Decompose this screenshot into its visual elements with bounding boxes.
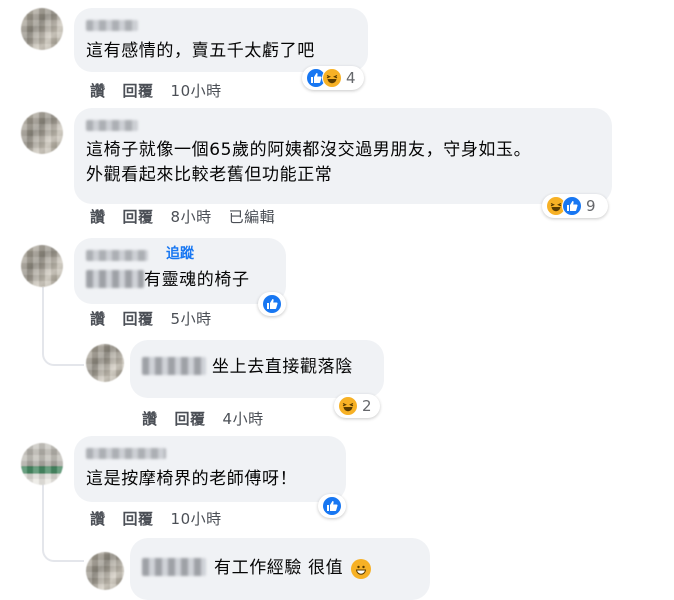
comment-text-row: 坐上去直接觀落陰 xyxy=(142,355,372,380)
comment-text: 這是按摩椅界的老師傅呀！ xyxy=(86,469,298,489)
like-button[interactable]: 讚 xyxy=(90,82,106,100)
like-button[interactable]: 讚 xyxy=(90,208,106,226)
reaction-count: 4 xyxy=(346,69,356,87)
like-icon xyxy=(322,496,342,516)
comment-text: 這有感情的，賣五千太虧了吧 xyxy=(86,41,315,61)
comment-actions: 讚回覆 4小時 xyxy=(142,408,281,429)
reply-button[interactable]: 回覆 xyxy=(175,410,206,428)
tagged-name[interactable] xyxy=(142,357,206,375)
tagged-name[interactable] xyxy=(142,558,206,576)
follow-button[interactable]: 追蹤 xyxy=(166,243,194,263)
thread-connector xyxy=(42,522,84,562)
timestamp[interactable]: 10小時 xyxy=(171,510,222,528)
comment-actions: 讚回覆 10小時 xyxy=(90,80,239,101)
comment-text-row: 有靈魂的椅子 xyxy=(86,268,274,293)
comment-bubble: 這椅子就像一個65歲的阿姨都沒交過男朋友，守身如玉。 外觀看起來比較老舊但功能正… xyxy=(74,108,612,204)
timestamp[interactable]: 5小時 xyxy=(171,310,212,328)
reply-button[interactable]: 回覆 xyxy=(123,310,154,328)
thread-line xyxy=(42,483,44,523)
like-button[interactable]: 讚 xyxy=(90,510,106,528)
timestamp[interactable]: 4小時 xyxy=(223,410,264,428)
comment-text-line-1: 這椅子就像一個65歲的阿姨都沒交過男朋友，守身如玉。 xyxy=(86,140,532,160)
reaction-count: 9 xyxy=(586,197,596,215)
comment-actions: 讚回覆 8小時 已編輯 xyxy=(90,206,292,227)
reply-button[interactable]: 回覆 xyxy=(123,510,154,528)
reaction-summary[interactable] xyxy=(318,494,346,518)
commenter-name[interactable] xyxy=(86,16,356,32)
like-icon xyxy=(262,294,282,314)
avatar[interactable] xyxy=(21,245,63,287)
like-button[interactable]: 讚 xyxy=(142,410,158,428)
comment-bubble: 坐上去直接觀落陰 xyxy=(130,340,384,398)
reaction-summary[interactable]: 2 xyxy=(334,394,380,418)
reaction-summary[interactable]: 9 xyxy=(542,194,608,218)
avatar[interactable] xyxy=(86,344,124,382)
timestamp[interactable]: 10小時 xyxy=(171,82,222,100)
thread-line xyxy=(42,287,44,327)
avatar[interactable] xyxy=(21,8,63,50)
thread-connector xyxy=(42,326,84,366)
comment-bubble: 追蹤 有靈魂的椅子 xyxy=(74,238,286,304)
comment-text-row: 有工作經驗 很值 xyxy=(142,556,418,581)
reaction-count: 2 xyxy=(362,397,372,415)
haha-icon xyxy=(322,68,342,88)
comment-text: 坐上去直接觀落陰 xyxy=(212,357,353,377)
haha-icon xyxy=(338,396,358,416)
comment-text-line-2: 外觀看起來比較老舊但功能正常 xyxy=(86,165,333,185)
edited-label[interactable]: 已編輯 xyxy=(229,208,276,226)
reaction-summary[interactable] xyxy=(258,292,286,316)
reply-button[interactable]: 回覆 xyxy=(123,82,154,100)
grin-emoji-icon xyxy=(351,559,372,579)
comment-actions: 讚回覆 10小時 xyxy=(90,508,239,529)
commenter-header: 追蹤 xyxy=(86,246,274,262)
like-icon xyxy=(562,196,582,216)
timestamp[interactable]: 8小時 xyxy=(171,208,212,226)
reaction-summary[interactable]: 4 xyxy=(302,66,364,90)
like-button[interactable]: 讚 xyxy=(90,310,106,328)
comment-bubble: 這是按摩椅界的老師傅呀！ xyxy=(74,436,346,502)
comment-text: 有靈魂的椅子 xyxy=(144,270,250,290)
avatar[interactable] xyxy=(21,112,63,154)
comment-bubble: 這有感情的，賣五千太虧了吧 xyxy=(74,8,368,72)
tagged-name[interactable] xyxy=(86,270,144,288)
commenter-name[interactable] xyxy=(86,444,334,460)
avatar[interactable] xyxy=(86,552,124,590)
commenter-name[interactable] xyxy=(86,116,600,132)
comment-actions: 讚回覆 5小時 xyxy=(90,308,229,329)
reply-button[interactable]: 回覆 xyxy=(123,208,154,226)
comment-text: 有工作經驗 很值 xyxy=(214,558,344,578)
avatar[interactable] xyxy=(21,443,63,485)
comment-bubble: 有工作經驗 很值 xyxy=(130,538,430,600)
commenter-name[interactable] xyxy=(86,250,148,261)
